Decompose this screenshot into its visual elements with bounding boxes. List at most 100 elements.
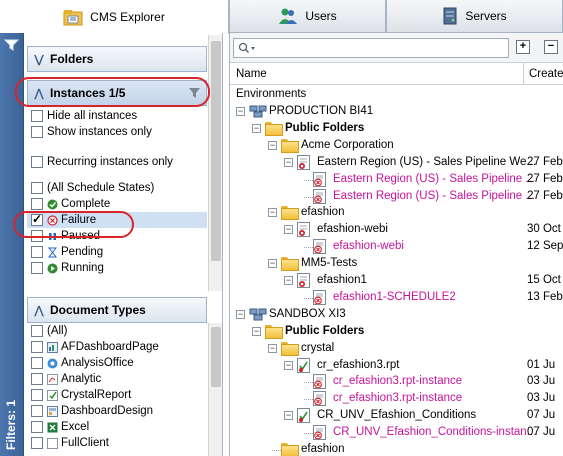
checkbox[interactable] <box>31 262 43 274</box>
instances-section-header[interactable]: ⋀ Instances 1/5 <box>27 80 207 106</box>
tree-row[interactable]: − efashion1 15 Oct <box>230 273 563 289</box>
collapse-toggle-icon[interactable]: − <box>284 225 293 235</box>
tab-users[interactable]: Users <box>229 0 386 32</box>
tree-row[interactable]: − Public Folders <box>230 121 563 137</box>
tree-row[interactable]: − efashion <box>230 205 563 221</box>
tree-root[interactable]: Environments <box>230 87 563 103</box>
option-recurring-instances-only[interactable]: Recurring instances only <box>27 154 207 170</box>
collapse-all-button[interactable]: − <box>544 40 558 54</box>
collapse-toggle-icon[interactable]: − <box>252 123 261 133</box>
tab-servers-label: Servers <box>465 9 507 23</box>
tree-row[interactable]: cr_efashion3.rpt-instance 03 Ju <box>230 374 563 390</box>
doctype-afdashboardpage[interactable]: AFDashboardPage <box>27 339 207 355</box>
checkbox[interactable] <box>31 156 43 168</box>
doctype-crystalreport[interactable]: CrystalReport <box>27 387 207 403</box>
doctype-analytic[interactable]: Analytic <box>27 371 207 387</box>
expand-all-button[interactable]: + <box>516 40 530 54</box>
document-types-scrollbar[interactable] <box>208 323 222 456</box>
column-created[interactable]: Create <box>529 68 563 80</box>
tree-row[interactable]: − cr_efashion3.rpt 01 Ju <box>230 357 563 374</box>
doctype-fullclient[interactable]: FullClient <box>27 435 207 451</box>
checkbox[interactable] <box>31 405 43 417</box>
tree-row[interactable]: cr_efashion3.rpt-instance 03 Ju <box>230 391 563 407</box>
checkbox[interactable] <box>31 246 43 258</box>
checkbox[interactable] <box>31 421 43 433</box>
folder-icon <box>265 324 283 339</box>
checkbox[interactable] <box>31 373 43 385</box>
collapse-toggle-icon[interactable]: − <box>268 208 277 218</box>
checkbox[interactable] <box>31 230 43 242</box>
collapse-toggle-icon[interactable]: − <box>284 276 293 285</box>
paused-icon <box>47 231 58 242</box>
tree-row[interactable]: Eastern Region (US) - Sales Pipeline ...… <box>230 188 563 205</box>
tree-row[interactable]: efashion1-SCHEDULE2 13 Feb <box>230 289 563 306</box>
scrollbar-thumb[interactable] <box>211 327 221 387</box>
tree-row[interactable]: − Public Folders <box>230 324 563 340</box>
webi-document-icon <box>297 222 310 238</box>
collapse-toggle-icon[interactable]: − <box>236 107 245 116</box>
collapse-toggle-icon[interactable]: − <box>284 360 293 370</box>
tree-row[interactable]: − Eastern Region (US) - Sales Pipeline We… <box>230 154 563 171</box>
instances-filter-icon[interactable] <box>188 87 201 99</box>
collapse-toggle-icon[interactable]: − <box>236 309 245 319</box>
tree-row[interactable]: − SANDBOX XI3 <box>230 307 563 323</box>
tab-cms-explorer[interactable]: CMS Explorer <box>0 0 229 34</box>
filter-icon[interactable] <box>3 39 20 51</box>
collapse-toggle-icon[interactable]: − <box>284 411 293 421</box>
state-failure[interactable]: Failure <box>27 212 207 228</box>
collapse-toggle-icon[interactable]: − <box>268 259 277 269</box>
chevron-up-icon: ⋀ <box>34 87 44 100</box>
option-all-schedule-states[interactable]: (All Schedule States) <box>27 180 207 196</box>
checkbox[interactable] <box>31 357 43 369</box>
collapse-toggle-icon[interactable]: − <box>268 343 277 353</box>
tree-row[interactable]: Eastern Region (US) - Sales Pipeline ...… <box>230 171 563 188</box>
checkbox[interactable] <box>31 389 43 401</box>
tree-row[interactable]: − PRODUCTION BI41 <box>230 104 563 120</box>
tree-row[interactable]: − CR_UNV_Efashion_Conditions 07 Ju <box>230 408 563 424</box>
tree-row[interactable]: − Acme Corporation <box>230 138 563 154</box>
option-hide-all-instances[interactable]: Hide all instances <box>27 108 207 124</box>
filter-strip[interactable]: Filters: 1 <box>0 33 24 456</box>
state-paused[interactable]: Paused <box>27 228 207 244</box>
checkbox[interactable] <box>31 325 43 337</box>
collapse-toggle-icon[interactable]: − <box>252 326 261 336</box>
tree-row-created: 03 Ju <box>527 392 556 405</box>
tree-row[interactable]: efashion-webi 12 Sep <box>230 239 563 255</box>
tree-row[interactable]: − efashion-webi 30 Oct <box>230 222 563 238</box>
instances-scrollbar[interactable] <box>208 35 222 291</box>
dashboard-page-icon <box>47 341 58 353</box>
checkbox[interactable] <box>31 198 43 210</box>
doctype-dashboarddesign[interactable]: DashboardDesign <box>27 403 207 419</box>
tab-servers[interactable]: Servers <box>386 0 563 32</box>
doctype-analysisoffice[interactable]: AnalysisOffice <box>27 355 207 371</box>
document-types-section-header[interactable]: ⋀ Document Types <box>27 297 207 323</box>
column-name[interactable]: Name <box>236 68 267 80</box>
tree-row-label: cr_efashion3.rpt <box>317 358 400 371</box>
checkbox[interactable] <box>31 126 43 138</box>
collapse-toggle-icon[interactable]: − <box>268 140 277 150</box>
folder-icon <box>281 206 299 221</box>
state-pending[interactable]: Pending <box>27 244 207 260</box>
folders-section-header[interactable]: ⋁ Folders <box>27 46 207 72</box>
scrollbar-thumb[interactable] <box>211 41 221 261</box>
state-complete[interactable]: Complete <box>27 196 207 212</box>
doctype-all[interactable]: (All) <box>27 323 207 339</box>
checkbox[interactable] <box>31 437 43 449</box>
checkbox[interactable] <box>31 341 43 353</box>
option-show-instances-only[interactable]: Show instances only <box>27 124 207 140</box>
doctype-excel[interactable]: Excel <box>27 419 207 435</box>
chevron-up-icon: ⋀ <box>34 304 44 317</box>
state-running[interactable]: Running <box>27 260 207 276</box>
tree-row[interactable]: efashion <box>230 442 563 456</box>
tree-row[interactable]: CR_UNV_Efashion_Conditions-instan... 07 J… <box>230 425 563 441</box>
checkbox[interactable] <box>31 182 43 194</box>
checkbox-checked[interactable] <box>31 212 43 226</box>
search-input[interactable] <box>233 38 509 58</box>
tree-row-created: 13 Feb <box>527 290 563 303</box>
tree-row[interactable]: − crystal <box>230 341 563 357</box>
checkbox[interactable] <box>31 110 43 122</box>
collapse-toggle-icon[interactable]: − <box>284 157 293 167</box>
tab-cms-explorer-label: CMS Explorer <box>90 10 165 24</box>
tree-row[interactable]: − MM5-Tests <box>230 256 563 272</box>
search-field[interactable] <box>258 40 504 56</box>
